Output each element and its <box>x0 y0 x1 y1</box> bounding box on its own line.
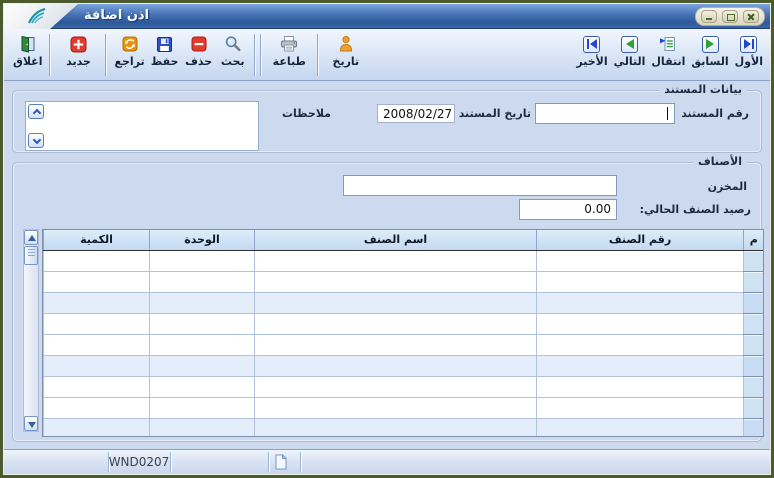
doc-date-input[interactable]: 2008/02/27 <box>377 104 455 123</box>
delete-minus-icon <box>191 34 207 54</box>
undo-refresh-icon <box>122 34 138 54</box>
current-item-balance-value: 0.00 <box>519 199 617 220</box>
table-row[interactable] <box>44 418 764 437</box>
history-button[interactable]: تاريخ <box>329 33 363 70</box>
next-record-label: التالي <box>614 55 646 68</box>
last-record-icon <box>583 34 600 54</box>
items-group-title: الأصناف <box>693 155 747 168</box>
toolbar: اغلاق جديد <box>4 29 770 81</box>
first-record-icon <box>740 34 757 54</box>
col-header-item-name[interactable]: اسم الصنف <box>255 230 537 250</box>
toolbar-separator <box>49 34 51 76</box>
statusbar-separator <box>300 452 302 472</box>
search-magnifier-icon <box>224 34 242 54</box>
new-plus-icon <box>70 34 87 54</box>
current-item-balance-label: رصيد الصنف الحالي: <box>640 203 751 216</box>
first-record-label: الأول <box>735 55 763 68</box>
doc-number-input[interactable] <box>535 103 675 124</box>
notes-label: ملاحظات <box>282 107 331 120</box>
app-window: اذن اضافة اغلاق <box>0 0 774 478</box>
table-row[interactable] <box>44 250 764 271</box>
print-button[interactable]: طباعة <box>270 33 309 70</box>
last-record-button[interactable]: الأخير <box>573 33 610 70</box>
goto-record-button[interactable]: انتقال <box>648 33 688 70</box>
search-button[interactable]: بحث <box>216 33 250 70</box>
document-data-groupbox: بيانات المستند رقم المستند تاريخ المستند… <box>12 90 762 153</box>
table-row[interactable] <box>44 355 764 376</box>
doc-number-label: رقم المستند <box>681 107 749 120</box>
previous-record-button[interactable]: السابق <box>688 33 731 70</box>
search-button-label: بحث <box>221 55 245 68</box>
next-record-button[interactable]: التالي <box>611 33 649 70</box>
warehouse-label: المخزن <box>708 180 747 193</box>
toolbar-separator <box>254 34 256 76</box>
window-controls <box>695 7 765 26</box>
document-status-icon <box>274 454 288 474</box>
col-header-quantity[interactable]: الكمية <box>44 230 150 250</box>
history-person-icon <box>338 34 354 54</box>
window-code: WND0207 <box>108 455 170 469</box>
statusbar-separator <box>170 452 172 472</box>
close-window-button[interactable] <box>743 10 759 23</box>
table-vertical-scrollbar[interactable] <box>23 229 39 432</box>
first-record-button[interactable]: الأول <box>732 33 766 70</box>
close-button-label: اغلاق <box>13 55 42 68</box>
table-header-row: م رقم الصنف اسم الصنف الوحدة الكمية <box>44 230 764 250</box>
statusbar-separator <box>268 452 270 472</box>
new-button-label: جديد <box>66 55 91 68</box>
titlebar: اذن اضافة <box>4 4 770 29</box>
exit-door-icon <box>19 34 37 54</box>
main-area: بيانات المستند رقم المستند تاريخ المستند… <box>4 82 770 448</box>
table-row[interactable] <box>44 397 764 418</box>
text-caret <box>667 107 668 120</box>
table-row[interactable] <box>44 376 764 397</box>
save-floppy-icon <box>156 34 173 54</box>
save-button[interactable]: حفظ <box>148 33 182 70</box>
table-row[interactable] <box>44 313 764 334</box>
previous-record-icon <box>702 34 719 54</box>
notes-scroll-up-button[interactable] <box>28 104 44 119</box>
col-header-index[interactable]: م <box>744 230 764 250</box>
save-button-label: حفظ <box>151 55 179 68</box>
delete-button[interactable]: حذف <box>182 33 216 70</box>
delete-button-label: حذف <box>185 55 212 68</box>
next-record-icon <box>621 34 638 54</box>
previous-record-label: السابق <box>691 55 728 68</box>
maximize-button[interactable] <box>722 10 738 23</box>
minimize-button[interactable] <box>701 10 717 23</box>
table-row[interactable] <box>44 292 764 313</box>
undo-button-label: تراجع <box>114 55 144 68</box>
notes-textarea[interactable] <box>25 101 259 151</box>
items-table: م رقم الصنف اسم الصنف الوحدة الكمية <box>42 229 764 437</box>
goto-record-label: انتقال <box>651 55 685 68</box>
warehouse-input[interactable] <box>343 175 617 196</box>
print-button-label: طباعة <box>273 55 306 68</box>
toolbar-separator <box>105 34 107 76</box>
last-record-label: الأخير <box>576 55 607 68</box>
col-header-unit[interactable]: الوحدة <box>150 230 255 250</box>
statusbar: WND0207 <box>4 449 770 474</box>
print-printer-icon <box>279 34 299 54</box>
goto-document-icon <box>659 34 677 54</box>
app-logo-feather-icon <box>26 6 48 30</box>
notes-scroll-down-button[interactable] <box>28 133 44 148</box>
scrollbar-thumb[interactable] <box>24 246 38 265</box>
scroll-down-button[interactable] <box>24 416 38 431</box>
table-row[interactable] <box>44 271 764 292</box>
doc-date-label: تاريخ المستند <box>459 107 531 120</box>
document-data-group-title: بيانات المستند <box>659 83 747 96</box>
table-row[interactable] <box>44 334 764 355</box>
scroll-up-button[interactable] <box>24 230 38 245</box>
items-groupbox: الأصناف المخزن رصيد الصنف الحالي: 0.00 م… <box>12 162 762 442</box>
history-button-label: تاريخ <box>333 55 360 68</box>
close-button[interactable]: اغلاق <box>10 33 45 70</box>
col-header-item-number[interactable]: رقم الصنف <box>537 230 744 250</box>
undo-button[interactable]: تراجع <box>111 33 147 70</box>
toolbar-separator <box>260 34 262 76</box>
new-button[interactable]: جديد <box>61 33 95 70</box>
toolbar-separator <box>317 34 319 76</box>
window-title: اذن اضافة <box>84 8 149 23</box>
